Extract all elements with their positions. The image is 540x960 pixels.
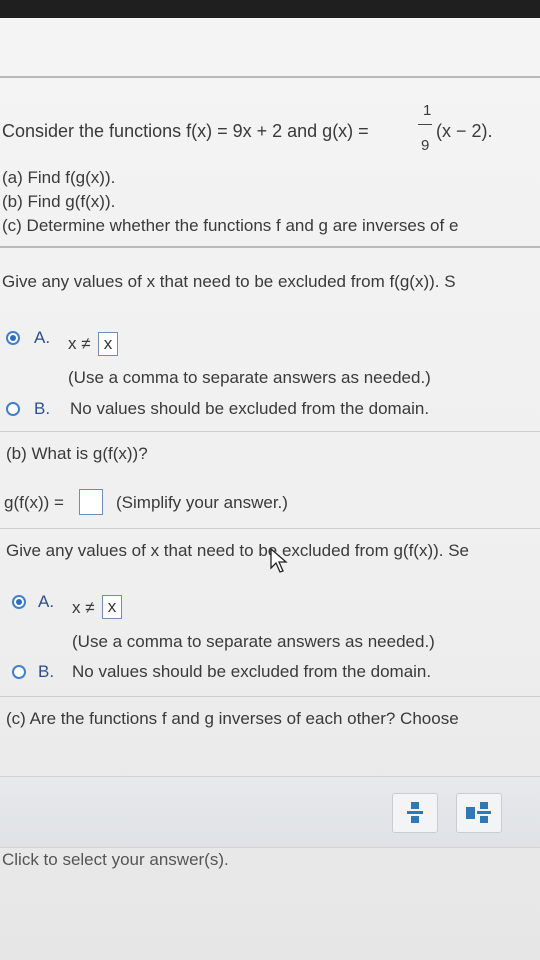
part-a-text: (a) Find f(g(x)).: [2, 168, 116, 187]
divider-top: [0, 76, 540, 78]
option-b2-radio[interactable]: [12, 665, 26, 679]
part-c-text: (c) Determine whether the functions f an…: [2, 216, 459, 235]
option-b2-text: No values should be excluded from the do…: [72, 662, 432, 681]
question-page: Consider the functions f(x) = 9x + 2 and…: [0, 18, 540, 960]
divider-c: [0, 696, 540, 697]
part-b-question: (b) What is g(f(x))?: [6, 444, 148, 463]
top-bar: [0, 0, 540, 18]
divider-b: [0, 431, 540, 432]
option-a2-input[interactable]: x: [102, 595, 122, 619]
fraction-numerator: 1: [423, 102, 432, 119]
part-c-question: (c) Are the functions f and g inverses o…: [6, 709, 459, 728]
option-a-expression: x ≠: [68, 334, 91, 353]
gfx-answer-label: g(f(x)) =: [4, 493, 64, 512]
fraction-button[interactable]: [392, 793, 438, 833]
question-g-tail: (x − 2).: [436, 121, 493, 141]
section-a-prompt: Give any values of x that need to be exc…: [2, 272, 456, 291]
fraction-bar: [418, 124, 432, 125]
divider-b2: [0, 528, 540, 529]
option-a-radio[interactable]: [6, 331, 20, 345]
section-b-prompt: Give any values of x that need to be exc…: [6, 541, 470, 560]
simplify-hint: (Simplify your answer.): [116, 493, 288, 512]
mouse-cursor-icon: [270, 548, 288, 573]
option-b-radio[interactable]: [6, 402, 20, 416]
option-a-label: A.: [34, 328, 51, 347]
mixed-number-button[interactable]: [456, 793, 502, 833]
divider-mid: [0, 246, 540, 248]
option-a2-hint: (Use a comma to separate answers as need…: [72, 632, 435, 651]
fraction-denominator: 9: [421, 137, 430, 154]
option-b-text: No values should be excluded from the do…: [70, 399, 430, 418]
option-a-hint: (Use a comma to separate answers as need…: [68, 368, 431, 387]
gfx-answer-input[interactable]: [79, 489, 103, 515]
footer-hint: Click to select your answer(s).: [2, 850, 229, 869]
option-b2-label: B.: [38, 662, 55, 681]
part-b-text: (b) Find g(f(x)).: [2, 192, 116, 211]
question-intro: Consider the functions f(x) = 9x + 2 and…: [2, 121, 369, 141]
option-b-label: B.: [34, 399, 51, 418]
option-a-input[interactable]: x: [98, 332, 118, 356]
option-a2-label: A.: [38, 592, 55, 611]
math-toolbar: [0, 776, 540, 848]
option-a2-expression: x ≠: [72, 598, 95, 617]
option-a2-radio[interactable]: [12, 595, 26, 609]
